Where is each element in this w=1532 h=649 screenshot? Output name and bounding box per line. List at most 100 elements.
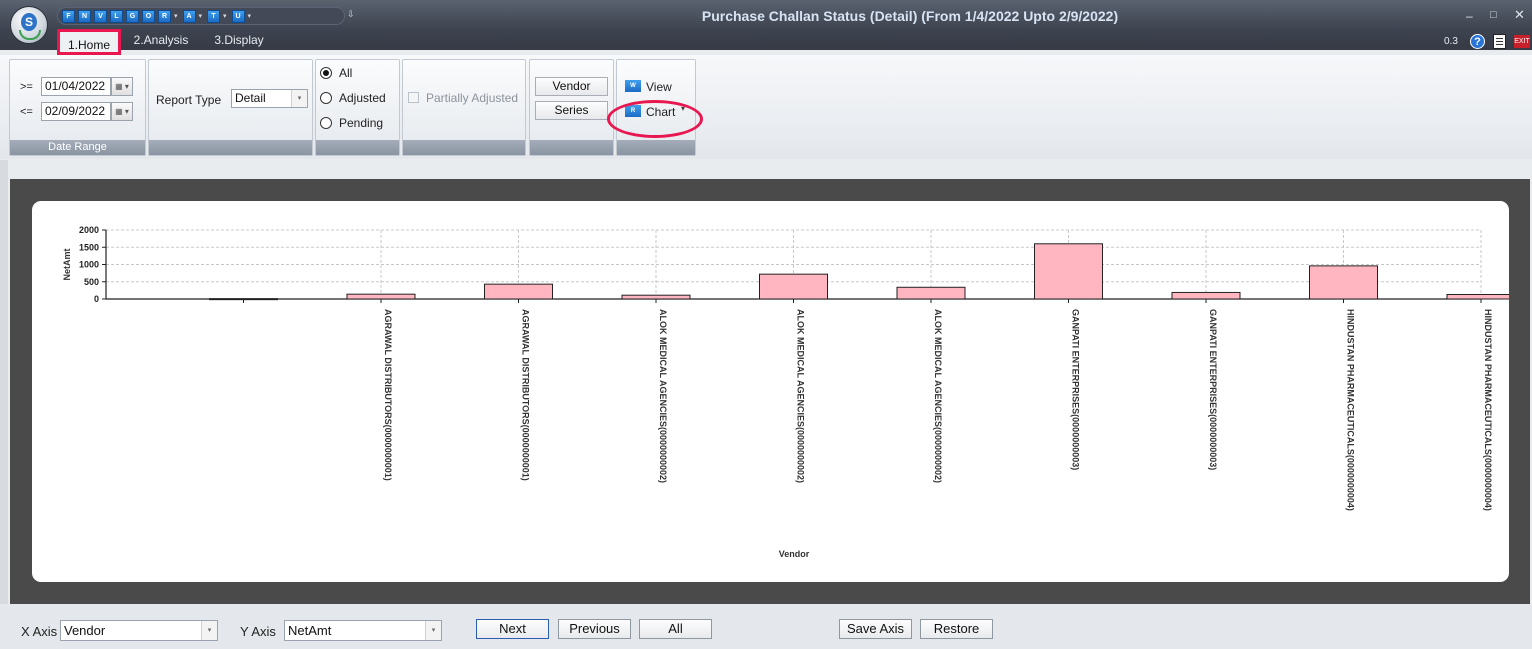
chart-bar [1034, 243, 1103, 300]
status-caption [316, 140, 399, 155]
series-button[interactable]: Series [535, 101, 608, 120]
qat-customize-icon[interactable]: ⇩ [347, 9, 355, 20]
from-calendar-icon[interactable]: ▦ ▾ [111, 77, 133, 96]
x-tick-label: ALOK MEDICAL AGENCIES(0000000002) [933, 309, 943, 483]
view-icon: W [625, 80, 641, 92]
quick-access-button[interactable]: T [207, 9, 221, 23]
report-type-value: Detail [235, 91, 266, 105]
y-axis-label: Y Axis [240, 624, 276, 639]
quick-access-buttons: F N V L G O R ▾ A ▾ T ▾ U ▾ [62, 9, 256, 23]
view-chart-caption [617, 140, 695, 155]
window-title: Purchase Challan Status (Detail) (From 1… [701, 8, 1119, 24]
quick-access-button[interactable]: U [231, 9, 245, 23]
minimize-button[interactable]: – [1466, 9, 1473, 23]
y-axis-value: NetAmt [288, 623, 332, 638]
chart-bar [1309, 265, 1378, 300]
x-tick-label: ALOK MEDICAL AGENCIES(0000000002) [658, 309, 668, 483]
tab-display[interactable]: 3.Display [208, 30, 270, 50]
bottom-bar [0, 604, 1532, 649]
to-calendar-icon[interactable]: ▦ ▾ [111, 102, 133, 121]
y-tick-label: 0 [94, 294, 99, 304]
x-axis-title: Vendor [779, 549, 810, 559]
x-tick-label: ALOK MEDICAL AGENCIES(0000000002) [796, 309, 806, 483]
maximize-button[interactable]: □ [1490, 9, 1497, 21]
chevron-down-icon[interactable]: ▾ [223, 12, 227, 20]
partially-adjusted-checkbox[interactable] [408, 92, 419, 103]
x-tick-label: GANPATI ENTERPRISES(0000000003) [1208, 309, 1218, 470]
app-logo[interactable]: S [10, 6, 48, 44]
radio-all-label: All [339, 66, 353, 80]
to-date-input[interactable]: 02/09/2022 [41, 102, 111, 121]
report-type-caption [149, 140, 312, 155]
next-button[interactable]: Next [476, 619, 549, 639]
chart-bar [1446, 294, 1509, 300]
quick-access-button[interactable]: G [126, 9, 139, 23]
chart-bar [346, 293, 416, 300]
vendor-series-caption [530, 140, 613, 155]
quick-access-button[interactable]: O [142, 9, 155, 23]
y-tick-label: 500 [84, 277, 99, 287]
logo-swoosh-icon [19, 30, 41, 40]
quick-access-button[interactable]: L [110, 9, 123, 23]
chevron-down-icon: ▾ [201, 621, 217, 640]
x-tick-label: HINDUSTAN PHARMACEUTICALS(0000000004) [1346, 309, 1356, 511]
all-button[interactable]: All [639, 619, 712, 639]
radio-all[interactable] [320, 67, 332, 79]
close-button[interactable]: ✕ [1514, 7, 1525, 23]
y-axis-title: NetAmt [62, 248, 72, 280]
x-axis-value: Vendor [64, 623, 106, 638]
y-tick-label: 1000 [79, 260, 99, 270]
chevron-down-icon: ▾ [425, 621, 441, 640]
quick-access-button[interactable]: A [182, 9, 196, 23]
x-tick-label: AGRAWAL DISTRIBUTORS(0000000001) [521, 309, 531, 481]
chart-bar [484, 283, 553, 300]
x-axis-label: X Axis [21, 624, 58, 639]
to-operator: <= [20, 106, 33, 118]
version-label: 0.3 [1444, 36, 1458, 47]
vendor-button[interactable]: Vendor [535, 77, 608, 96]
y-tick-label: 1500 [79, 242, 99, 252]
quick-access-button[interactable]: V [94, 9, 107, 23]
from-date-input[interactable]: 01/04/2022 [41, 77, 111, 96]
chart-bar [759, 273, 828, 300]
logo-letter: S [21, 13, 37, 31]
y-tick-label: 2000 [79, 225, 99, 235]
chevron-down-icon[interactable]: ▾ [199, 12, 203, 20]
view-button[interactable]: View [646, 80, 672, 94]
x-tick-label: AGRAWAL DISTRIBUTORS(0000000001) [383, 309, 393, 481]
radio-adjusted[interactable] [320, 92, 332, 104]
chevron-down-icon: ▾ [291, 90, 307, 107]
previous-button[interactable]: Previous [558, 619, 631, 639]
x-tick-label: HINDUSTAN PHARMACEUTICALS(0000000004) [1483, 309, 1493, 511]
quick-access-button[interactable]: R [158, 9, 171, 23]
from-operator: >= [20, 81, 33, 93]
report-type-label: Report Type [156, 93, 222, 107]
chevron-down-icon[interactable]: ▾ [248, 12, 252, 20]
radio-pending-label: Pending [339, 116, 384, 130]
chevron-down-icon[interactable]: ▾ [174, 12, 178, 20]
date-range-caption: Date Range [10, 140, 145, 155]
document-icon[interactable] [1493, 34, 1506, 49]
bar-chart: 0 500 1000 1500 2000 AGRAWAL DISTRIBUTORS(000… [62, 225, 1509, 559]
save-axis-button[interactable]: Save Axis [839, 619, 912, 639]
radio-adjusted-label: Adjusted [339, 91, 386, 105]
y-axis-select[interactable]: NetAmt ▾ [284, 620, 442, 641]
report-type-select[interactable]: Detail ▾ [231, 89, 308, 108]
partial-group [402, 59, 526, 156]
quick-access-button[interactable]: F [62, 9, 75, 23]
x-axis-select[interactable]: Vendor ▾ [60, 620, 218, 641]
chart-bar [896, 286, 966, 300]
tab-home[interactable]: 1.Home [57, 29, 121, 55]
help-icon[interactable]: ? [1470, 34, 1485, 49]
radio-pending[interactable] [320, 117, 332, 129]
chart-highlight-annotation [607, 100, 703, 138]
partially-adjusted-label: Partially Adjusted [426, 91, 519, 105]
left-edge [0, 160, 8, 604]
quick-access-button[interactable]: N [78, 9, 91, 23]
tab-analysis[interactable]: 2.Analysis [130, 30, 192, 50]
restore-button[interactable]: Restore [920, 619, 993, 639]
chart-bar [621, 294, 691, 300]
chart-bar [1171, 291, 1241, 300]
exit-icon[interactable]: EXIT [1514, 35, 1530, 48]
x-tick-label: GANPATI ENTERPRISES(0000000003) [1071, 309, 1081, 470]
